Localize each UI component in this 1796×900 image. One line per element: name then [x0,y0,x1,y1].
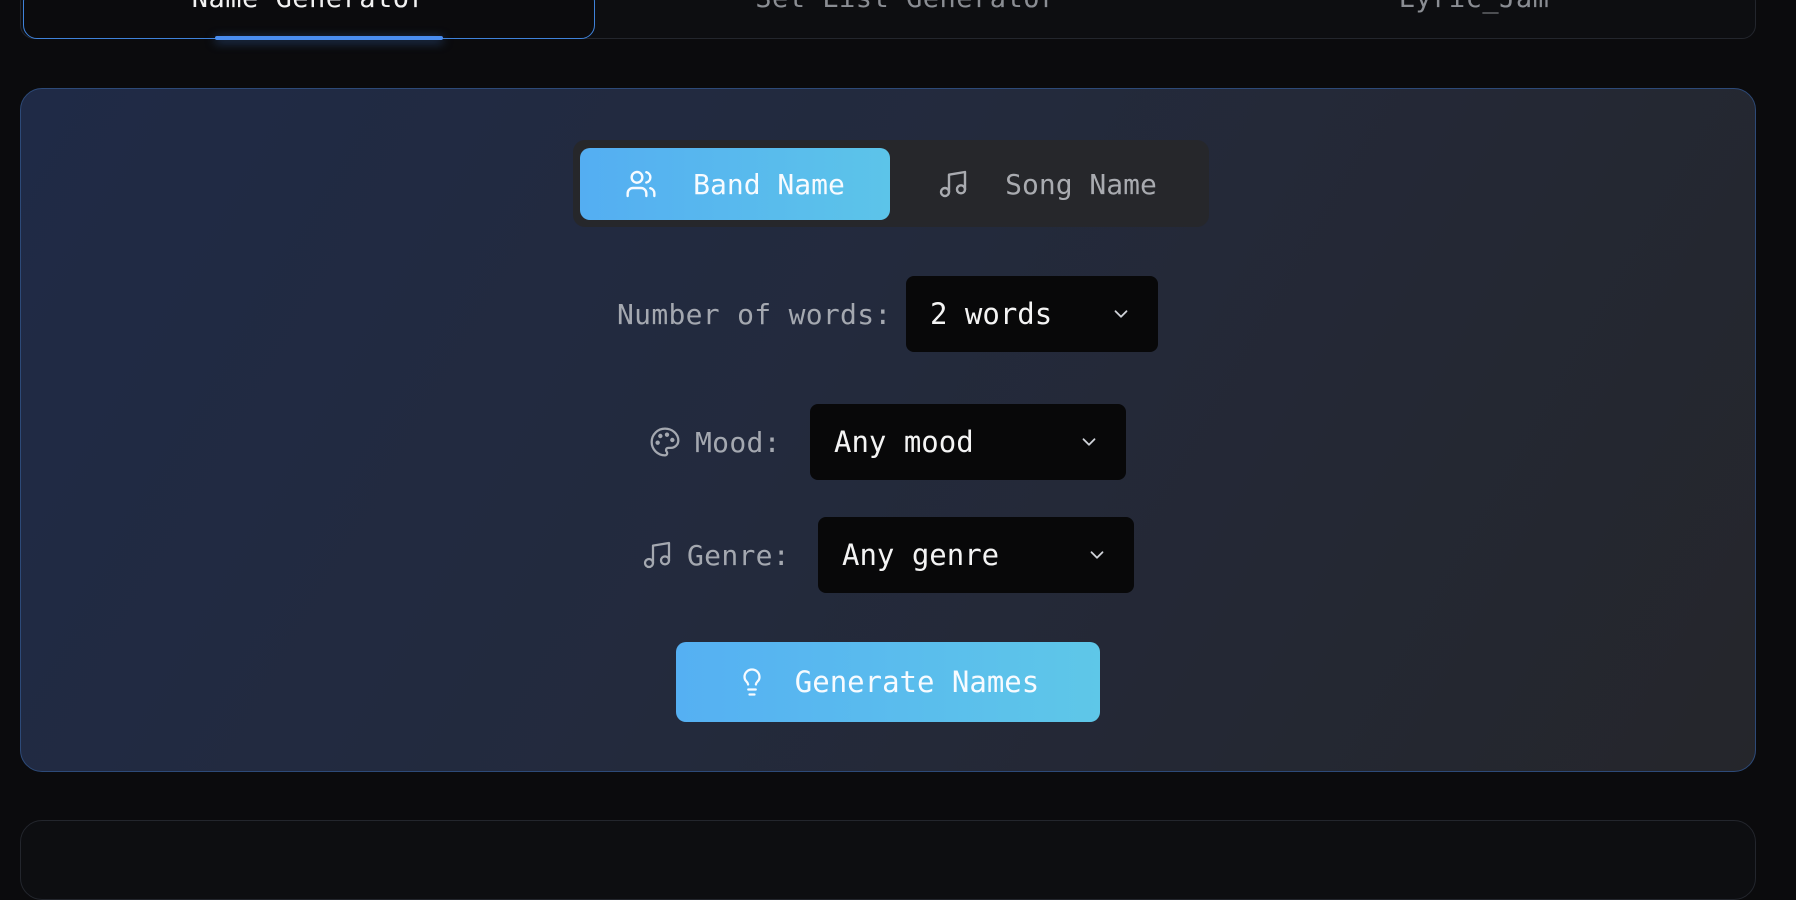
active-tab-indicator [215,36,443,40]
chevron-down-icon [1090,551,1104,559]
generate-names-button[interactable]: Generate Names [676,642,1100,722]
band-name-label: Band Name [693,167,845,201]
words-value: 2 words [930,297,1053,331]
mood-row: Mood: [649,422,781,462]
palette-icon [650,427,680,457]
name-type-toggle: Band Name Song Name [573,140,1209,227]
words-label: Number of words: [617,297,892,331]
chevron-down-icon [1082,438,1096,446]
tab-label: Lyric_Jam [1399,0,1550,14]
genre-label: Genre: [687,538,790,572]
results-panel [20,820,1756,900]
tab-set-list-generator[interactable]: Set List Generator [621,0,1191,38]
words-select[interactable]: 2 words [906,276,1158,352]
song-name-button[interactable]: Song Name [891,148,1203,220]
song-name-label: Song Name [1005,167,1157,201]
music-note-icon [939,170,967,198]
chevron-down-icon [1114,310,1128,318]
name-generator-panel: Band Name Song Name Number of words: 2 w… [20,88,1756,772]
generate-names-label: Generate Names [794,665,1040,699]
genre-value: Any genre [842,538,1000,572]
music-note-icon [643,541,671,569]
genre-row: Genre: [641,535,790,575]
tab-lyric-jam[interactable]: Lyric_Jam [1191,0,1757,38]
tab-name-generator[interactable]: Name Generator [23,0,595,39]
genre-select[interactable]: Any genre [818,517,1134,593]
tab-label: Name Generator [192,0,427,14]
users-icon [626,170,656,198]
mood-value: Any mood [834,425,974,459]
mood-select[interactable]: Any mood [810,404,1126,480]
words-row: Number of words: [617,294,892,334]
mood-label: Mood: [695,425,781,459]
tab-label: Set List Generator [755,0,1057,14]
tab-bar: Name Generator Set List Generator Lyric_… [20,0,1757,40]
band-name-button[interactable]: Band Name [580,148,890,220]
lightbulb-icon [743,668,761,696]
